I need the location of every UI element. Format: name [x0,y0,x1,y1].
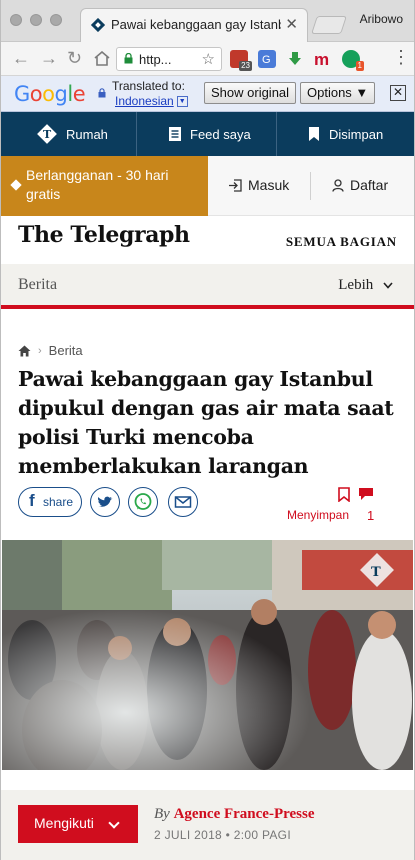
comment-count[interactable]: 1 [367,508,374,523]
chevron-down-icon [108,817,120,829]
profile-name[interactable]: Aribowo [360,12,403,26]
back-icon[interactable]: ← [12,49,30,67]
whatsapp-share-button[interactable] [128,487,158,517]
tab-title: Pawai kebanggaan gay Istanbul [111,17,281,32]
google-translate-icon[interactable]: G [258,50,276,68]
dropdown-caret-icon: ▼ [176,96,188,108]
calendar-extension-icon[interactable]: 23 [230,50,252,71]
twitter-icon [97,496,113,507]
svg-text:G: G [262,54,271,66]
follow-button[interactable]: Mengikuti [18,805,138,843]
more-menu[interactable]: Lebih [338,277,393,294]
article-hero-image[interactable]: T [2,540,413,770]
facebook-icon: f [29,491,35,510]
bookmark-star-icon[interactable]: ☆ [202,50,215,68]
chevron-down-icon [383,282,393,289]
feed-icon [169,127,181,141]
forward-icon[interactable]: → [40,49,58,67]
nav-feed[interactable]: Feed saya [168,112,251,156]
show-original-button[interactable]: Show original [204,82,297,104]
translated-to-label: Translated to: [112,79,185,93]
options-button[interactable]: Options ▼ [300,82,376,104]
section-link[interactable]: Berita [18,276,57,294]
address-bar[interactable]: http... ☆ [116,47,222,71]
minimize-window-button[interactable] [30,14,42,26]
svg-text:m: m [314,50,329,68]
nav-saved[interactable]: Disimpan [308,112,383,156]
user-icon [332,179,344,192]
home-icon[interactable] [94,51,110,66]
telegraph-logo-icon: T [37,124,57,144]
author-link[interactable]: Agence France-Presse [174,806,315,822]
browser-titlebar: Pawai kebanggaan gay Istanbul ✕ Aribowo [0,0,415,42]
email-share-button[interactable] [168,487,198,517]
bookmark-icon[interactable] [338,487,350,502]
protest-photo: T [2,540,413,770]
login-link[interactable]: Masuk [228,177,289,193]
publish-date: 2 JULI 2018 • 2:00 PAGI [154,828,291,842]
account-bar: Berlangganan - 30 hari gratis Masuk Daft… [0,156,415,216]
author-bar: Mengikuti By Agence France-Presse 2 JULI… [0,790,415,860]
comment-icon[interactable] [358,487,374,501]
nav-divider [136,112,137,156]
section-bar: Berita Lebih [0,264,415,309]
breadcrumb-separator-icon: › [38,344,42,357]
google-translate-bar: Google Translated to: Indonesian ▼ Show o… [0,76,415,112]
home-icon[interactable] [18,345,31,357]
new-tab-button[interactable] [311,16,347,34]
tab-close-icon[interactable]: ✕ [285,15,298,33]
telegraph-logo[interactable]: The Telegraph [18,222,190,248]
zoom-window-button[interactable] [50,14,62,26]
bookmark-icon [309,127,319,141]
subscribe-button[interactable]: Berlangganan - 30 hari gratis [0,156,208,216]
email-icon [174,496,192,508]
close-window-button[interactable] [10,14,22,26]
masthead: The Telegraph SEMUA BAGIAN [0,216,415,264]
site-nav: T Rumah Feed saya Disimpan [0,112,415,156]
register-link[interactable]: Daftar [332,177,388,193]
nav-home[interactable]: T Rumah [36,112,108,156]
facebook-share-button[interactable]: f share [18,487,82,517]
download-arrow-icon[interactable] [286,50,304,68]
translate-lock-icon [98,88,106,98]
reload-icon[interactable]: ↻ [67,49,82,67]
mendeley-icon[interactable]: m [313,50,331,69]
save-label[interactable]: Menyimpan [287,508,349,522]
secure-lock-icon [124,53,133,64]
svg-text:T: T [43,128,52,141]
browser-tab[interactable]: Pawai kebanggaan gay Istanbul ✕ [80,8,308,42]
account-divider [310,172,311,200]
save-article-group: Menyimpan 1 [287,484,387,524]
article-headline: Pawai kebanggaan gay Istanbul dipukul de… [18,367,394,478]
svg-text:T: T [371,565,381,580]
close-translate-bar-button[interactable]: ✕ [390,85,406,101]
all-sections-link[interactable]: SEMUA BAGIAN [286,234,397,250]
grammarly-icon[interactable]: 1 [342,50,364,71]
telegraph-favicon-icon [91,18,105,32]
login-icon [229,179,242,192]
breadcrumb-section[interactable]: Berita [49,343,83,358]
menu-dots-icon[interactable]: ⋮ [392,48,410,66]
nav-divider [276,112,277,156]
google-logo: Google [14,82,86,106]
url-text: http... [139,52,172,67]
breadcrumb: › Berita [18,343,83,358]
language-select[interactable]: Indonesian ▼ [115,94,188,108]
whatsapp-icon [134,493,152,510]
byline: By Agence France-Presse [154,806,315,822]
twitter-share-button[interactable] [90,487,120,517]
browser-toolbar: ← → ↻ http... ☆ 23 G m 1 ⋮ [0,42,415,76]
diamond-icon [10,179,22,191]
